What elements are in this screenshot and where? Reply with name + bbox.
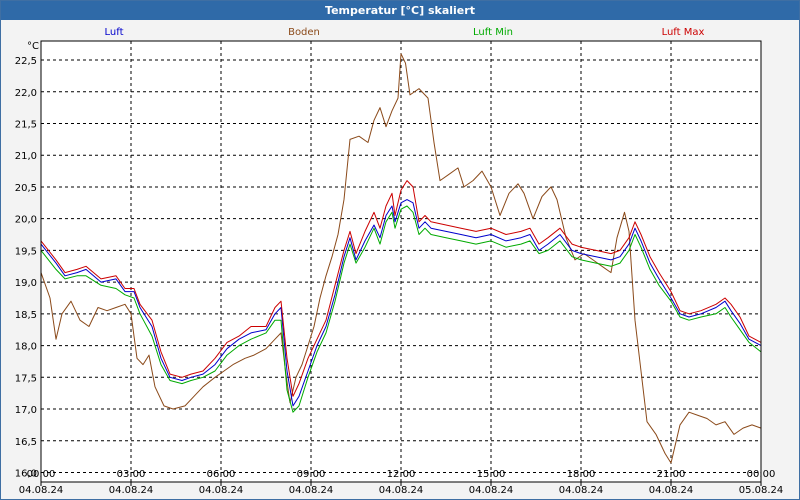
y-tick-label: 20,5: [15, 183, 37, 194]
x-tick-time: 09:00: [297, 469, 326, 480]
x-tick-time: 06:00: [207, 469, 236, 480]
x-tick-date: 04.08.24: [109, 485, 154, 496]
x-tick-time: 15:00: [477, 469, 506, 480]
y-tick-label: 17,0: [15, 405, 37, 416]
y-tick-label: 21,0: [15, 151, 37, 162]
x-tick-time: 00:00: [747, 469, 776, 480]
x-tick-time: 12:00: [387, 469, 416, 480]
x-tick-date: 04.08.24: [469, 485, 514, 496]
y-tick-label: 22,5: [15, 56, 37, 67]
x-tick-time: 21:00: [657, 469, 686, 480]
y-tick-label: 22,0: [15, 88, 37, 99]
y-tick-label: 18,0: [15, 342, 37, 353]
x-tick-date: 04.08.24: [559, 485, 604, 496]
y-tick-label: 19,0: [15, 278, 37, 289]
x-tick-date: 04.08.24: [289, 485, 334, 496]
y-tick-label: 16,5: [15, 437, 37, 448]
x-tick-time: 00:00: [27, 469, 56, 480]
y-tick-label: 21,5: [15, 119, 37, 130]
y-tick-label: 19,5: [15, 246, 37, 257]
window-title: Temperatur [°C] skaliert: [1, 1, 799, 20]
y-tick-label: 18,5: [15, 310, 37, 321]
y-tick-label: 17,5: [15, 373, 37, 384]
x-tick-date: 04.08.24: [649, 485, 694, 496]
legend-luft-min: Luft Min: [473, 27, 513, 38]
legend-boden: Boden: [288, 27, 320, 38]
legend-luft: Luft: [105, 27, 124, 38]
chart-window: Temperatur [°C] skaliert Luft Boden Luft M…: [0, 0, 800, 500]
x-tick-date: 04.08.24: [19, 485, 64, 496]
x-tick-time: 03:00: [117, 469, 146, 480]
x-tick-date: 04.08.24: [199, 485, 244, 496]
y-tick-label: 20,0: [15, 215, 37, 226]
y-axis-unit: °C: [27, 41, 39, 52]
legend-luft-max: Luft Max: [662, 27, 705, 38]
chart-area: Luft Boden Luft Min Luft Max °C 16,016,517,…: [1, 21, 799, 499]
x-tick-date: 04.08.24: [379, 485, 424, 496]
x-tick-time: 18:00: [567, 469, 596, 480]
x-tick-date: 05.08.24: [739, 485, 784, 496]
